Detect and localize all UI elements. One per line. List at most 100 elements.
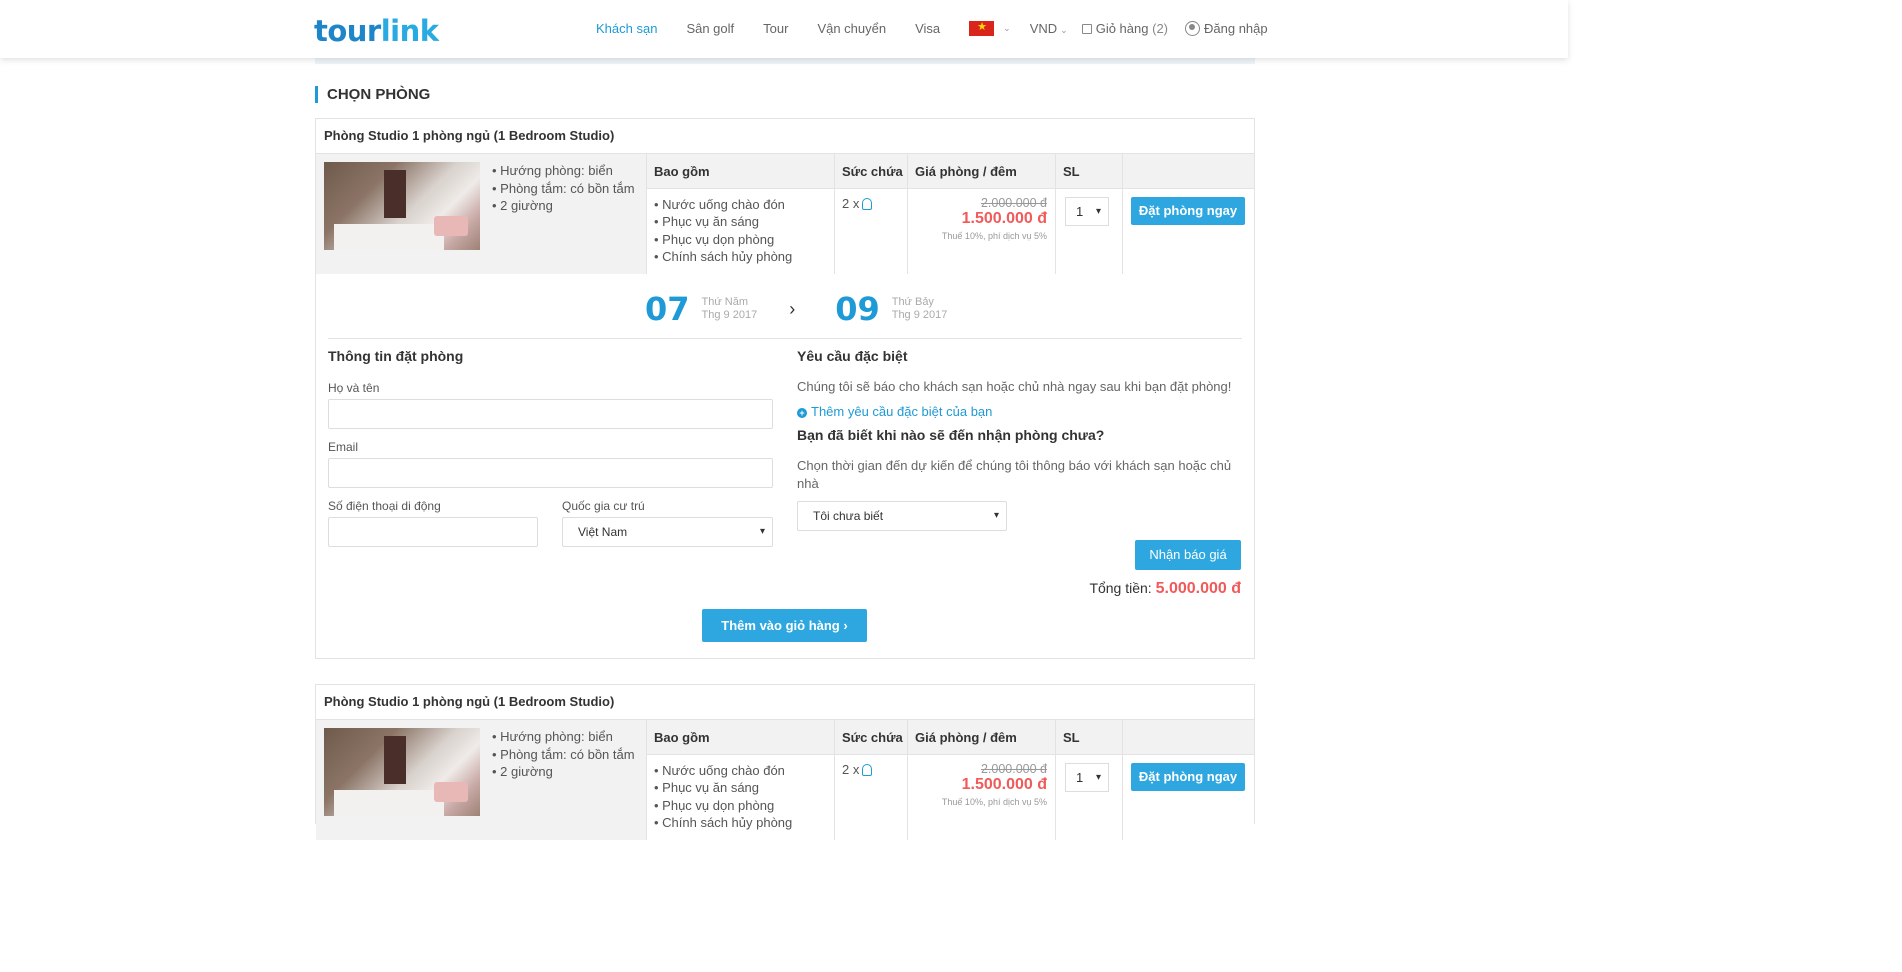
login-link[interactable]: Đăng nhập (1185, 21, 1268, 36)
name-input[interactable] (328, 399, 773, 429)
cart-count: (2) (1152, 21, 1168, 36)
header-includes: Bao gồm (647, 154, 834, 189)
arrival-text: Chọn thời gian đến dự kiến để chúng tôi … (797, 458, 1232, 491)
include-item: • Nước uống chào đón (654, 197, 785, 212)
room-title: Phòng Studio 1 phòng ngủ (1 Bedroom Stud… (316, 685, 1254, 720)
include-item: • Phục vụ dọn phòng (654, 797, 775, 813)
header-includes: Bao gồm (647, 720, 834, 755)
new-price: 1.500.000 đ (961, 776, 1047, 793)
page-title: CHỌN PHÒNG (315, 86, 430, 103)
qty-select[interactable]: 1 (1065, 197, 1109, 226)
feature-item: • Hướng phòng: biển (492, 729, 613, 744)
nav-transport[interactable]: Vận chuyển (817, 21, 886, 36)
includes-list: • Nước uống chào đón • Phục vụ ăn sáng •… (647, 755, 834, 832)
room-rate-table: Bao gồm • Nước uống chào đón • Phục vụ ă… (646, 720, 1254, 840)
language-selector[interactable]: ⌄ (969, 20, 1011, 36)
header-qty: SL (1056, 720, 1122, 755)
price-cell: 2.000.000 đ 1.500.000 đ Thuế 10%, phí dị… (908, 189, 1055, 241)
checkin-weekday: Thứ Năm (701, 296, 749, 308)
feature-item: • 2 giường (492, 764, 553, 779)
add-special-request-link[interactable]: + Thêm yêu cầu đặc biệt của bạn (797, 404, 992, 419)
feature-item: • 2 giường (492, 198, 553, 213)
special-request-text: Chúng tôi sẽ báo cho khách sạn hoặc chủ … (797, 379, 1232, 394)
price-cell: 2.000.000 đ 1.500.000 đ Thuế 10%, phí dị… (908, 755, 1055, 807)
booking-info-title: Thông tin đặt phòng (328, 348, 464, 364)
header-capacity: Sức chứa (835, 154, 907, 189)
search-bar-edge (315, 58, 1255, 64)
tax-note: Thuế 10%, phí dịch vụ 5% (941, 231, 1047, 241)
include-item: • Chính sách hủy phòng (654, 249, 793, 265)
cart-label: Giỏ hàng (1095, 21, 1149, 36)
add-to-cart-button[interactable]: Thêm vào giỏ hàng › (702, 609, 867, 642)
room-features: • Hướng phòng: biển • Phòng tắm: có bồn … (480, 720, 646, 840)
name-label: Họ và tên (328, 381, 380, 395)
site-header: tourlink Khách sạn Sân golf Tour Vận chu… (0, 0, 1568, 58)
total-price: Tổng tiền: 5.000.000 đ (1089, 580, 1241, 598)
chevron-down-icon: ⌄ (1060, 25, 1068, 35)
total-value: 5.000.000 đ (1155, 580, 1241, 597)
person-icon (862, 198, 873, 210)
checkout-month: Thg 9 2017 (891, 309, 948, 321)
get-quote-button[interactable]: Nhận báo giá (1135, 540, 1241, 570)
feature-item: • Hướng phòng: biển (492, 163, 613, 178)
room-rate-table: Bao gồm • Nước uống chào đón • Phục vụ ă… (646, 154, 1254, 274)
book-now-button[interactable]: Đặt phòng ngay (1131, 763, 1245, 791)
header-empty (1123, 154, 1254, 189)
country-label: Quốc gia cư trú (562, 499, 645, 513)
add-special-request-label: Thêm yêu cầu đặc biệt của bạn (811, 404, 993, 419)
checkout-day[interactable]: 09 (835, 290, 880, 328)
room-features: • Hướng phòng: biển • Phòng tắm: có bồn … (480, 154, 646, 274)
email-input[interactable] (328, 458, 773, 488)
room-row: • Hướng phòng: biển • Phòng tắm: có bồn … (316, 720, 1254, 840)
room-row: • Hướng phòng: biển • Phòng tắm: có bồn … (316, 154, 1254, 274)
book-now-button[interactable]: Đặt phòng ngay (1131, 197, 1245, 225)
header-qty: SL (1056, 154, 1122, 189)
tax-note: Thuế 10%, phí dịch vụ 5% (941, 797, 1047, 807)
new-price: 1.500.000 đ (961, 210, 1047, 227)
currency-label: VND (1029, 21, 1058, 36)
nav-hotels[interactable]: Khách sạn (596, 21, 657, 36)
include-item: • Chính sách hủy phòng (654, 815, 793, 831)
room-title: Phòng Studio 1 phòng ngủ (1 Bedroom Stud… (316, 119, 1254, 154)
nav-golf[interactable]: Sân golf (686, 21, 734, 36)
cart-link[interactable]: Giỏ hàng (2) (1081, 21, 1168, 36)
vietnam-flag-icon (969, 20, 995, 36)
shopping-bag-icon (1081, 23, 1092, 34)
logo-text-part1: tour (314, 14, 381, 48)
include-item: • Phục vụ ăn sáng (654, 780, 760, 796)
includes-list: • Nước uống chào đón • Phục vụ ăn sáng •… (647, 189, 834, 266)
room-photo[interactable] (324, 162, 480, 250)
room-card: Phòng Studio 1 phòng ngủ (1 Bedroom Stud… (315, 684, 1255, 840)
include-item: • Phục vụ ăn sáng (654, 214, 760, 230)
country-select[interactable]: Việt Nam (562, 517, 773, 547)
tourlink-logo[interactable]: tourlink (314, 14, 439, 48)
checkout-weekday: Thứ Bảy (891, 296, 934, 308)
phone-input[interactable] (328, 517, 538, 547)
divider (328, 338, 1242, 339)
checkin-day[interactable]: 07 (645, 290, 690, 328)
chevron-down-icon: ⌄ (1003, 23, 1011, 33)
checkin-meta: Thứ Năm Thg 9 2017 (702, 296, 758, 322)
arrival-time-select[interactable]: Tôi chưa biết (797, 501, 1007, 531)
person-icon (862, 764, 873, 776)
qty-select[interactable]: 1 (1065, 763, 1109, 792)
old-price: 2.000.000 đ (980, 196, 1047, 210)
plus-circle-icon: + (797, 408, 807, 418)
currency-selector[interactable]: VND ⌄ (1030, 21, 1068, 36)
header-price: Giá phòng / đêm (908, 720, 1055, 755)
capacity-value: 2 x (842, 762, 860, 777)
logo-text-part2: link (380, 14, 439, 48)
capacity-value: 2 x (842, 196, 860, 211)
checkout-meta: Thứ Bảy Thg 9 2017 (892, 296, 948, 322)
nav-visa[interactable]: Visa (915, 21, 940, 36)
old-price: 2.000.000 đ (980, 762, 1047, 776)
chevron-right-icon: › (789, 298, 796, 319)
total-label: Tổng tiền: (1089, 580, 1152, 596)
header-capacity: Sức chứa (835, 720, 907, 755)
room-photo[interactable] (324, 728, 480, 816)
include-item: • Phục vụ dọn phòng (654, 231, 775, 247)
checkin-month: Thg 9 2017 (701, 309, 758, 321)
user-icon (1185, 21, 1200, 36)
nav-tour[interactable]: Tour (763, 21, 788, 36)
phone-label: Số điện thoại di động (328, 499, 441, 513)
